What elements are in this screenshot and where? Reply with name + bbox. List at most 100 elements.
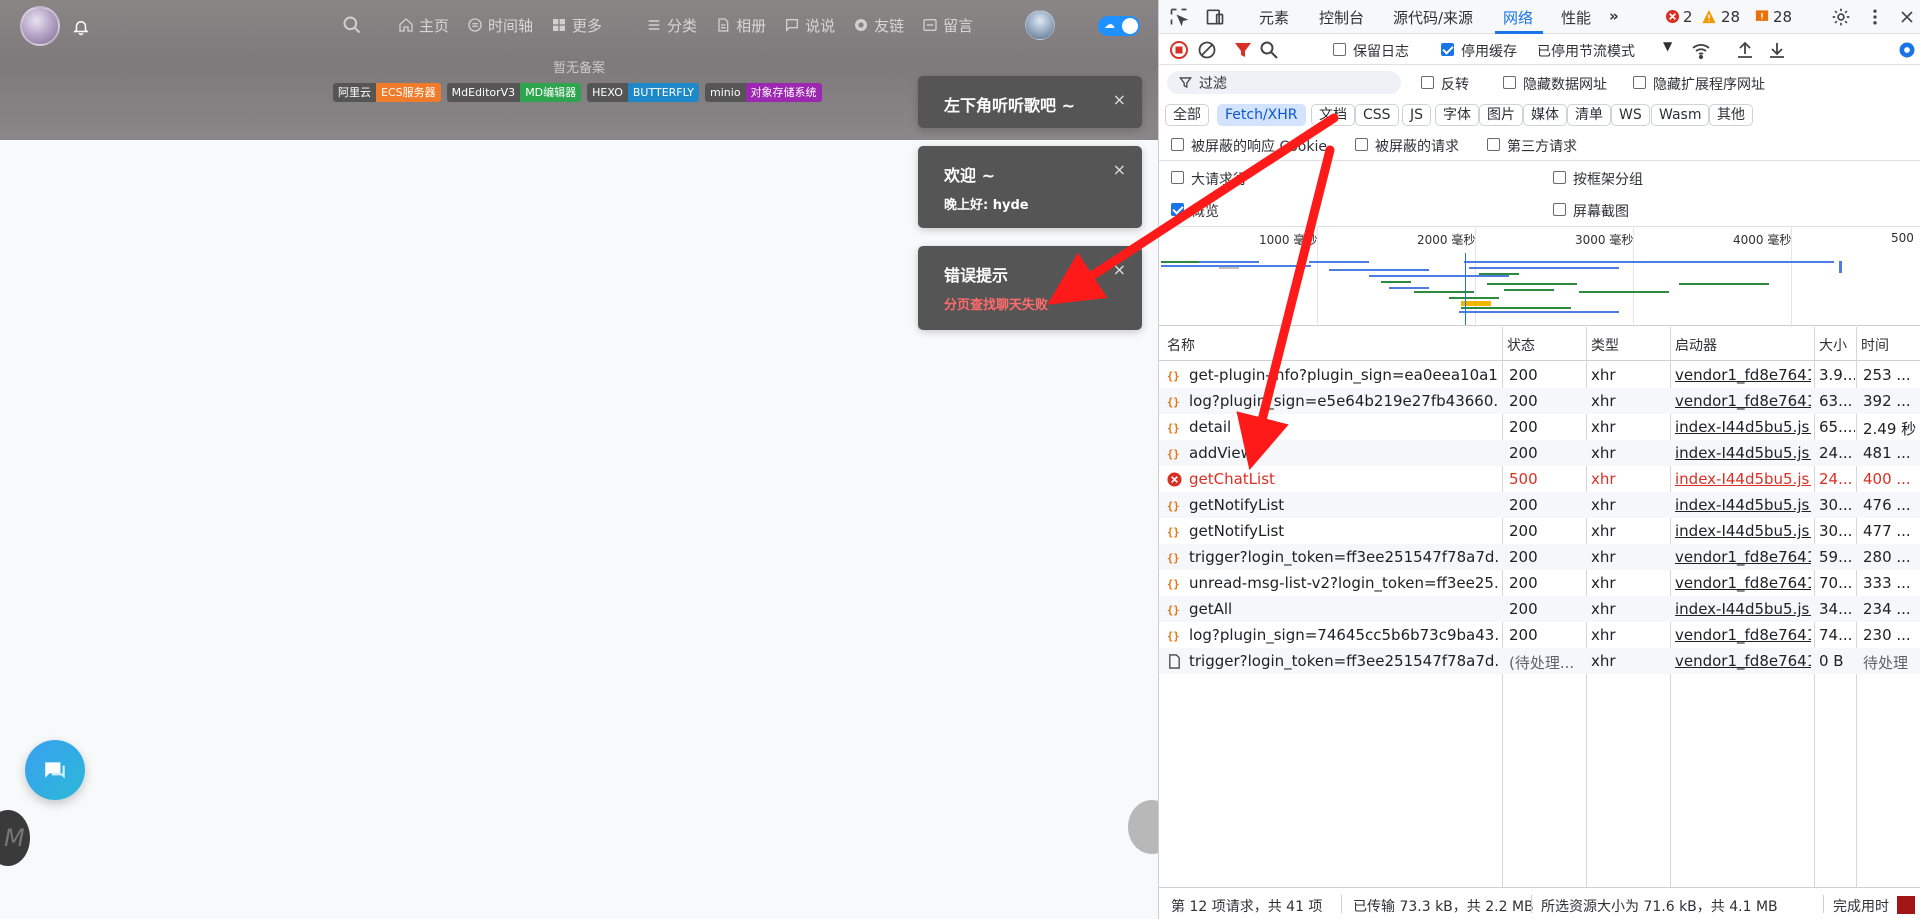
hide-ext-urls-checkbox[interactable] (1633, 76, 1646, 89)
request-initiator[interactable]: vendor1_fd8e7641... (1675, 652, 1811, 670)
col-initiator[interactable]: 启动器 (1675, 335, 1717, 355)
nav-search[interactable] (342, 15, 362, 35)
request-name[interactable]: log?plugin_sign=74645cc5b6b73c9ba43... (1189, 626, 1499, 644)
dropdown-arrow-icon[interactable]: ▼ (1663, 39, 1672, 53)
badge-aliyun[interactable]: 阿里云 ECS服务器 (333, 83, 441, 102)
invert-checkbox[interactable] (1421, 76, 1434, 89)
request-name[interactable]: detail (1189, 418, 1499, 436)
big-rows-checkbox[interactable] (1171, 171, 1184, 184)
request-name[interactable]: getAll (1189, 600, 1499, 618)
table-row[interactable]: {} unread-msg-list-v2?login_token=ff3ee25… (1159, 570, 1920, 596)
request-name[interactable]: unread-msg-list-v2?login_token=ff3ee25..… (1189, 574, 1499, 592)
table-row[interactable]: {} detail 200 xhr index-I44d5bu5.js:1 65.... 2… (1159, 414, 1920, 440)
user-avatar[interactable] (1025, 10, 1055, 40)
preserve-log-checkbox[interactable] (1333, 43, 1346, 56)
filter-input[interactable]: 过滤 (1167, 71, 1401, 94)
close-icon[interactable]: × (1113, 260, 1126, 279)
type-chip-doc[interactable]: 文档 (1311, 104, 1355, 126)
third-party-checkbox[interactable] (1487, 138, 1500, 151)
request-name[interactable]: addView (1189, 444, 1499, 462)
disable-cache-checkbox[interactable] (1441, 43, 1454, 56)
table-row-error[interactable]: getChatList 500 xhr index-I44d5bu5.js:1 24..… (1159, 466, 1920, 492)
bell-icon[interactable] (72, 18, 90, 36)
issue-icon[interactable] (1755, 9, 1769, 24)
close-icon[interactable]: × (1113, 160, 1126, 179)
col-status[interactable]: 状态 (1507, 335, 1535, 355)
request-initiator[interactable]: index-I44d5bu5.js:1 (1675, 470, 1811, 488)
table-row[interactable]: {} getAll 200 xhr index-I44d5bu5.js:1 34... 23… (1159, 596, 1920, 622)
inspect-element-icon[interactable] (1169, 7, 1189, 27)
request-initiator[interactable]: index-I44d5bu5.js:1 (1675, 600, 1811, 618)
warning-icon[interactable] (1701, 9, 1717, 24)
tab-elements[interactable]: 元素 (1259, 7, 1289, 28)
nav-item-album[interactable]: 相册 (715, 15, 766, 36)
request-name[interactable]: getNotifyList (1189, 522, 1499, 540)
screenshots-checkbox[interactable] (1553, 203, 1566, 216)
tab-network[interactable]: 网络 (1503, 7, 1533, 28)
request-name[interactable]: log?plugin_sign=e5e64b219e27fb43660... (1189, 392, 1499, 410)
music-player-button[interactable]: M (0, 810, 30, 866)
network-conditions-icon[interactable] (1691, 41, 1711, 61)
table-row[interactable]: {} getNotifyList 200 xhr index-I44d5bu5.js:1… (1159, 492, 1920, 518)
overview-checkbox[interactable] (1171, 203, 1184, 216)
request-initiator[interactable]: vendor1_fd8e7641... (1675, 366, 1811, 384)
nav-item-talk[interactable]: 说说 (784, 15, 835, 36)
table-row[interactable]: {} addView 200 xhr index-I44d5bu5.js:1 24... 4… (1159, 440, 1920, 466)
gear-icon[interactable] (1831, 7, 1851, 27)
filter-icon[interactable] (1233, 40, 1253, 60)
type-chip-font[interactable]: 字体 (1435, 104, 1479, 126)
type-chip-fetch-xhr[interactable]: Fetch/XHR (1217, 104, 1306, 126)
request-initiator[interactable]: vendor1_fd8e7641... (1675, 548, 1811, 566)
group-by-frame-checkbox[interactable] (1553, 171, 1566, 184)
more-tabs-icon[interactable]: » (1609, 7, 1619, 25)
request-initiator[interactable]: vendor1_fd8e7641... (1675, 392, 1811, 410)
request-initiator[interactable]: vendor1_fd8e7641... (1675, 574, 1811, 592)
badge-mdeditor[interactable]: MdEditorV3 MD编辑器 (446, 83, 582, 102)
table-row[interactable]: {} log?plugin_sign=e5e64b219e27fb43660...… (1159, 388, 1920, 414)
record-stop-icon[interactable] (1169, 40, 1189, 60)
table-row[interactable]: {} get-plugin-info?plugin_sign=ea0eea10a1… (1159, 362, 1920, 388)
type-chip-css[interactable]: CSS (1355, 104, 1399, 126)
device-toolbar-icon[interactable] (1205, 7, 1225, 27)
throttle-select[interactable]: 已停用节流模式 (1537, 41, 1635, 61)
nav-item-more[interactable]: 更多 (551, 15, 602, 36)
hide-data-urls-checkbox[interactable] (1503, 76, 1516, 89)
request-initiator[interactable]: index-I44d5bu5.js:1 (1675, 522, 1811, 540)
chat-button[interactable] (25, 740, 85, 800)
table-row[interactable]: trigger?login_token=ff3ee251547f78a7d...… (1159, 648, 1920, 674)
error-icon[interactable] (1665, 9, 1680, 24)
badge-hexo[interactable]: HEXO BUTTERFLY (587, 83, 700, 102)
type-chip-wasm[interactable]: Wasm (1651, 104, 1710, 126)
type-chip-img[interactable]: 图片 (1479, 104, 1523, 126)
badge-minio[interactable]: minio 对象存储系统 (705, 83, 822, 102)
download-icon[interactable] (1767, 40, 1787, 60)
type-chip-manifest[interactable]: 清单 (1567, 104, 1611, 126)
nav-item-home[interactable]: 主页 (398, 15, 449, 36)
table-row[interactable]: {} log?plugin_sign=74645cc5b6b73c9ba43...… (1159, 622, 1920, 648)
clear-icon[interactable] (1197, 40, 1217, 60)
type-chip-js[interactable]: JS (1402, 104, 1432, 126)
col-type[interactable]: 类型 (1591, 335, 1619, 355)
network-settings-icon[interactable] (1897, 40, 1917, 60)
table-row[interactable]: {} getNotifyList 200 xhr index-I44d5bu5.js:1… (1159, 518, 1920, 544)
theme-toggle[interactable]: ☁ (1098, 16, 1140, 36)
site-logo[interactable] (20, 6, 60, 46)
close-icon[interactable]: × (1113, 90, 1126, 109)
blocked-requests-checkbox[interactable] (1355, 138, 1368, 151)
col-time[interactable]: 时间 (1861, 335, 1889, 355)
request-name[interactable]: get-plugin-info?plugin_sign=ea0eea10a1..… (1189, 366, 1499, 384)
nav-item-timeline[interactable]: 时间轴 (467, 15, 533, 36)
more-vert-icon[interactable] (1865, 7, 1885, 27)
type-chip-other[interactable]: 其他 (1709, 104, 1753, 126)
request-name[interactable]: trigger?login_token=ff3ee251547f78a7d... (1189, 652, 1499, 670)
close-icon[interactable] (1897, 7, 1917, 27)
table-row[interactable]: {} trigger?login_token=ff3ee251547f78a7d.… (1159, 544, 1920, 570)
upload-icon[interactable] (1735, 40, 1755, 60)
type-chip-ws[interactable]: WS (1611, 104, 1650, 126)
tab-performance[interactable]: 性能 (1561, 7, 1591, 28)
col-size[interactable]: 大小 (1819, 335, 1847, 355)
request-name[interactable]: getChatList (1189, 470, 1499, 488)
request-name[interactable]: getNotifyList (1189, 496, 1499, 514)
nav-item-message[interactable]: 留言 (922, 15, 973, 36)
tab-sources[interactable]: 源代码/来源 (1393, 7, 1473, 28)
